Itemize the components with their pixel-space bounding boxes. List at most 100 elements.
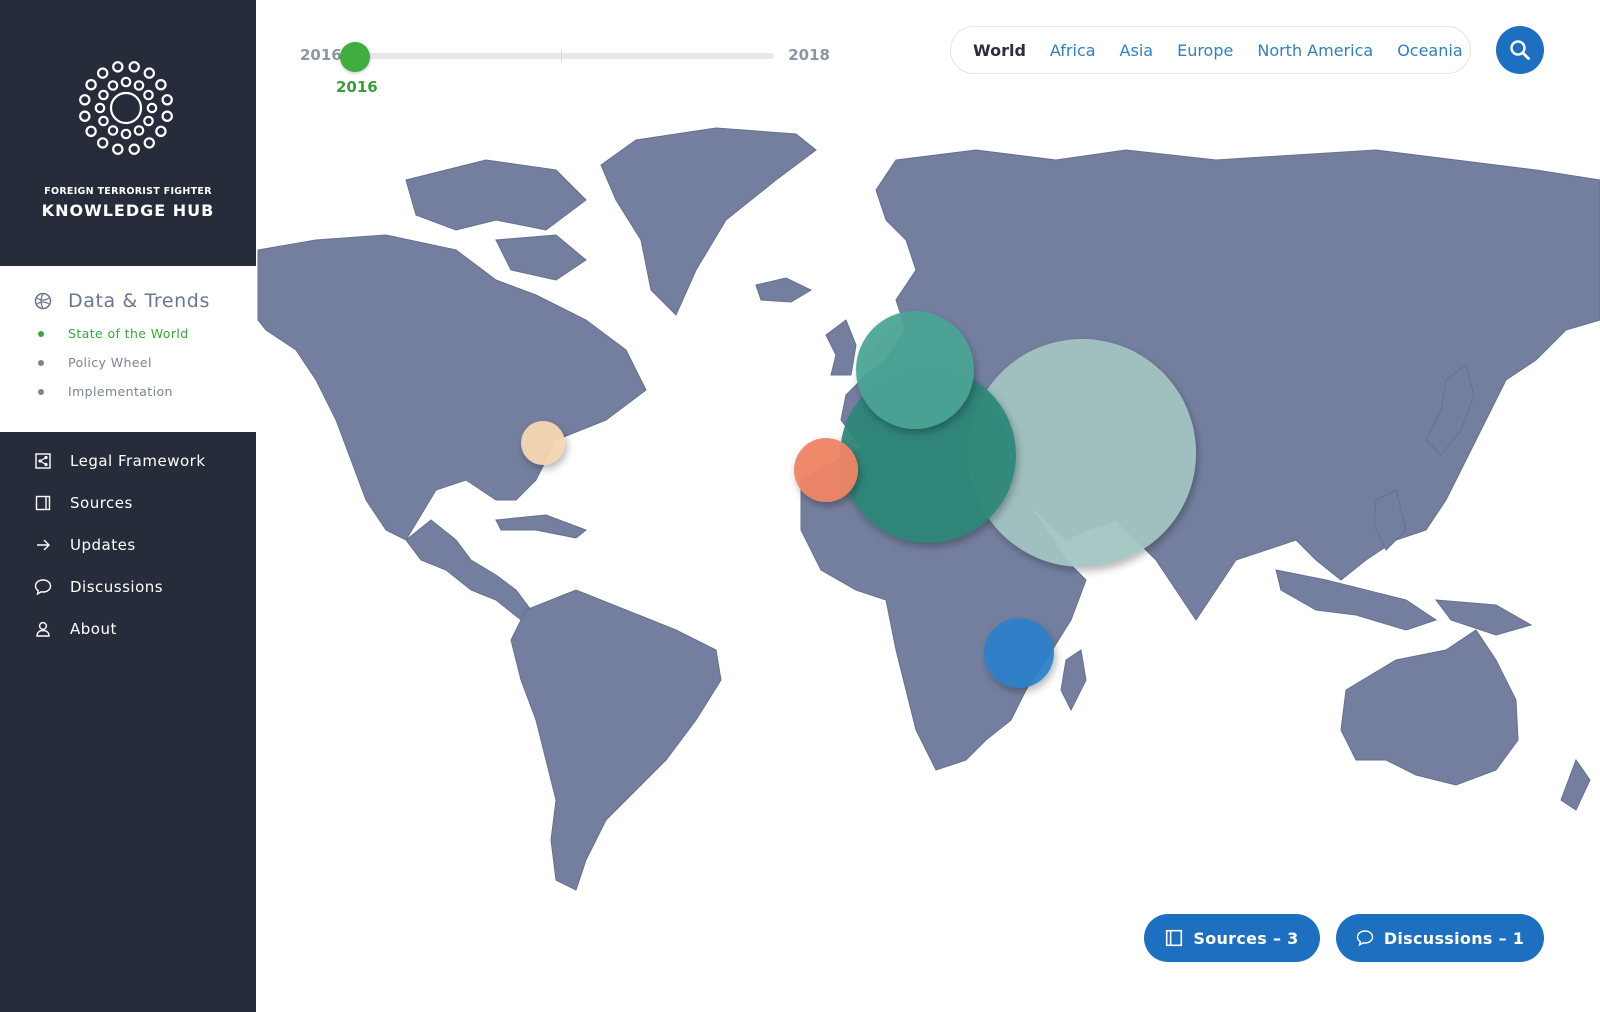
landmass-arctic-islands — [405, 159, 587, 231]
logo-dot — [143, 115, 154, 127]
subnav-state-of-the-world[interactable]: State of the World — [38, 326, 189, 341]
landmass-iceland — [755, 277, 813, 303]
brand-title: KNOWLEDGE HUB — [41, 201, 215, 220]
globe-icon — [34, 292, 52, 310]
logo-dot — [128, 143, 140, 155]
user-icon — [34, 620, 52, 638]
region-tab-world[interactable]: World — [973, 41, 1026, 60]
logo-dot — [98, 89, 109, 101]
bubble-europe[interactable] — [856, 311, 974, 429]
landmass-caribbean — [495, 514, 587, 539]
logo-dot — [107, 125, 119, 136]
region-tab-asia[interactable]: Asia — [1120, 41, 1154, 60]
landmass-uk — [825, 319, 857, 376]
timeline-start-label: 2016 — [300, 46, 342, 64]
logo-dot — [120, 76, 132, 88]
logo-dot — [85, 125, 97, 138]
logo-dot — [97, 67, 109, 79]
logo-icon — [79, 61, 173, 155]
nav-sources[interactable]: Sources — [34, 494, 133, 512]
logo-dot — [143, 137, 156, 149]
region-tab-oceania[interactable]: Oceania — [1397, 41, 1462, 60]
landmass-australia — [1340, 629, 1519, 786]
brand-header[interactable]: FOREIGN TERRORIST FIGHTER KNOWLEDGE HUB — [0, 0, 256, 266]
nav-updates[interactable]: Updates — [34, 536, 136, 554]
subnav-policy-wheel[interactable]: Policy Wheel — [38, 355, 152, 370]
nav-label: Updates — [70, 536, 136, 554]
logo-dot — [79, 94, 91, 106]
bubble-east-africa[interactable] — [984, 618, 1054, 688]
landmass-south-america — [510, 589, 722, 891]
logo-dot — [133, 125, 145, 136]
timeline-tick — [561, 50, 562, 62]
nav-label: Legal Framework — [70, 452, 206, 470]
logo-dot — [146, 102, 158, 114]
logo-dot — [155, 79, 167, 91]
bullet-icon — [38, 388, 44, 395]
search-icon — [1510, 40, 1530, 60]
book-icon — [34, 494, 52, 512]
timeline-current-year: 2016 — [336, 78, 378, 96]
logo-dot — [107, 80, 119, 91]
nav-label: Sources — [70, 494, 133, 512]
data-trends-label: Data & Trends — [68, 290, 210, 312]
region-filter-bar: World Africa Asia Europe North America O… — [950, 26, 1471, 74]
search-button[interactable] — [1496, 26, 1544, 74]
timeline-thumb[interactable] — [340, 42, 370, 72]
logo-dot — [161, 110, 173, 122]
nav-discussions[interactable]: Discussions — [34, 578, 163, 596]
nav-label: Discussions — [70, 578, 164, 596]
bullet-icon — [38, 330, 44, 337]
timeline-track[interactable] — [348, 50, 774, 62]
sidebar: FOREIGN TERRORIST FIGHTER KNOWLEDGE HUB … — [0, 0, 256, 1012]
discussions-count-button[interactable]: Discussions – 1 — [1336, 914, 1544, 962]
bubble-north-america[interactable] — [521, 421, 565, 465]
bubble-west-africa[interactable] — [794, 438, 858, 502]
world-map[interactable] — [256, 120, 1600, 900]
book-icon — [1165, 929, 1183, 947]
share-icon — [34, 452, 52, 470]
subnav-label: State of the World — [68, 326, 189, 341]
landmass-north-america — [257, 234, 647, 541]
logo-dot — [161, 94, 173, 106]
logo-dot — [155, 125, 167, 138]
nav-label: About — [70, 620, 117, 638]
main-content: 2016 2018 2016 World Africa Asia Europe … — [256, 0, 1600, 1012]
brand-subtitle: FOREIGN TERRORIST FIGHTER — [44, 186, 212, 197]
landmass-indonesia — [1275, 569, 1438, 631]
subnav-implementation[interactable]: Implementation — [38, 384, 173, 399]
landmass-new-zealand — [1560, 758, 1591, 811]
logo-dot — [133, 80, 145, 91]
data-trends-header[interactable]: Data & Trends — [34, 290, 210, 312]
logo-dot — [98, 115, 109, 127]
landmass-madagascar — [1060, 649, 1087, 712]
arrow-right-icon — [34, 536, 52, 554]
sources-count-button[interactable]: Sources – 3 — [1144, 914, 1320, 962]
region-tab-africa[interactable]: Africa — [1050, 41, 1096, 60]
logo-dot — [143, 89, 154, 101]
logo-dot — [128, 61, 140, 73]
sources-count-label: Sources – 3 — [1193, 928, 1299, 948]
subnav-label: Policy Wheel — [68, 355, 152, 370]
landmass-new-guinea — [1434, 599, 1533, 636]
nav-legal-framework[interactable]: Legal Framework — [34, 452, 206, 470]
region-tab-north-america[interactable]: North America — [1257, 41, 1373, 60]
nav-about[interactable]: About — [34, 620, 117, 638]
region-tab-europe[interactable]: Europe — [1177, 41, 1233, 60]
logo-dot — [85, 79, 97, 91]
logo-dot — [94, 102, 106, 114]
logo-dot — [97, 137, 109, 149]
data-trends-section: Data & Trends State of the World Policy … — [0, 266, 256, 432]
bullet-icon — [38, 359, 44, 366]
logo-dot — [143, 67, 156, 79]
logo-dot — [112, 61, 124, 73]
year-timeline-slider[interactable]: 2016 2018 2016 — [300, 38, 830, 98]
logo-dot — [112, 143, 124, 155]
logo-dot — [79, 110, 91, 122]
logo-dot — [120, 128, 132, 140]
landmass-central-america — [405, 519, 532, 621]
app-window: FOREIGN TERRORIST FIGHTER KNOWLEDGE HUB … — [0, 0, 1600, 1012]
timeline-end-label: 2018 — [788, 46, 830, 64]
discussions-count-label: Discussions – 1 — [1383, 928, 1525, 948]
chat-icon — [1356, 929, 1374, 947]
